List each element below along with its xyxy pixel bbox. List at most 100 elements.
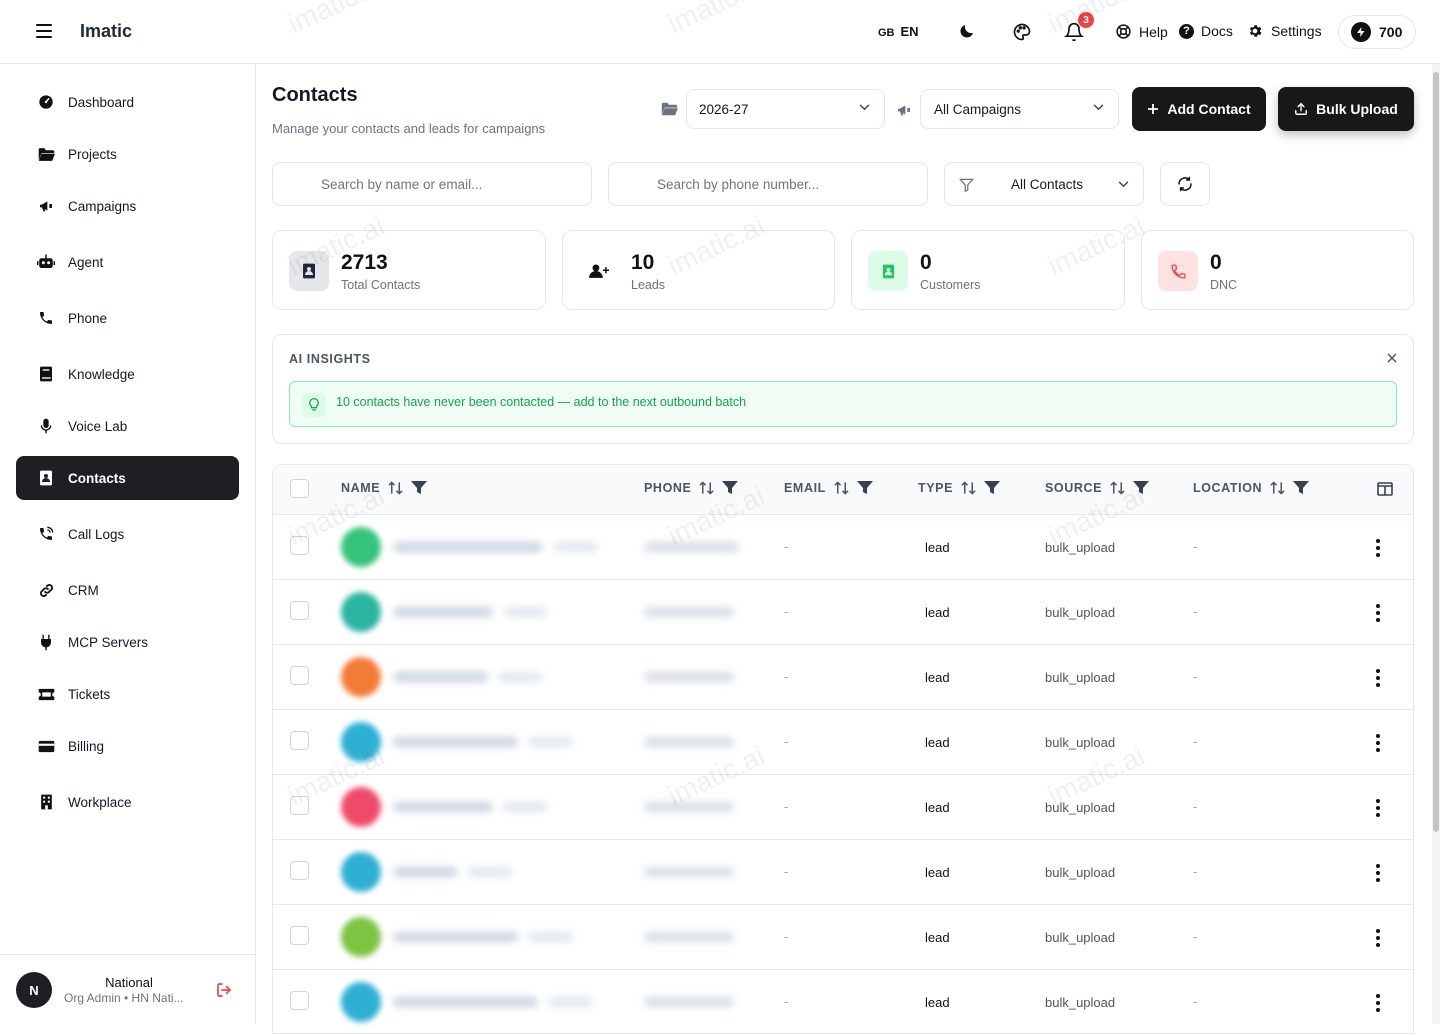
table-row[interactable]: - lead bulk_upload - (273, 839, 1413, 904)
scrollbar[interactable] (1432, 64, 1440, 1024)
sidebar-item-billing[interactable]: Billing (16, 724, 239, 768)
row-checkbox[interactable] (290, 861, 309, 880)
contact-tag-redacted (548, 997, 593, 1007)
table-row[interactable]: - lead bulk_upload - (273, 644, 1413, 709)
contact-type-filter[interactable]: All Contacts (944, 162, 1144, 206)
more-actions-icon[interactable] (1373, 669, 1383, 687)
sidebar-item-projects[interactable]: Projects (16, 132, 239, 176)
more-actions-icon[interactable] (1373, 799, 1383, 817)
row-checkbox[interactable] (290, 536, 309, 555)
campaign-select-value: All Campaigns (934, 101, 1022, 117)
campaign-select[interactable]: All Campaigns (920, 89, 1119, 129)
row-checkbox[interactable] (290, 991, 309, 1010)
add-contact-label: Add Contact (1167, 101, 1251, 117)
column-header-email[interactable]: EMAIL (784, 481, 873, 495)
column-header-name[interactable]: NAME (341, 481, 428, 495)
stat-card-total-contacts: 2713 Total Contacts (272, 230, 546, 310)
page-title: Contacts (272, 84, 358, 106)
sidebar-item-label: Campaigns (68, 198, 137, 214)
sidebar-item-contacts[interactable]: Contacts (16, 456, 239, 500)
user-footer: N National Org Admin • HN Nati... (0, 954, 255, 1024)
table-row[interactable]: - lead bulk_upload - (273, 774, 1413, 839)
more-actions-icon[interactable] (1373, 604, 1383, 622)
contact-card-icon (289, 251, 329, 291)
sidebar-item-tickets[interactable]: Tickets (16, 672, 239, 716)
sort-icon[interactable] (388, 481, 403, 495)
sidebar-item-phone[interactable]: Phone (16, 296, 239, 340)
bulk-upload-button[interactable]: Bulk Upload (1278, 87, 1414, 131)
contact-avatar (341, 657, 381, 697)
row-checkbox[interactable] (290, 731, 309, 750)
select-all-checkbox[interactable] (290, 479, 309, 498)
filter-icon[interactable] (1133, 481, 1150, 495)
sidebar-item-call-logs[interactable]: Call Logs (16, 512, 239, 556)
sidebar-item-voice-lab[interactable]: Voice Lab (16, 404, 239, 448)
sidebar-item-knowledge[interactable]: Knowledge (16, 352, 239, 396)
column-header-phone[interactable]: PHONE (644, 481, 739, 495)
help-link[interactable]: Help (1115, 23, 1168, 40)
column-header-location[interactable]: LOCATION (1193, 481, 1310, 495)
book-icon (36, 364, 56, 384)
contact-avatar (341, 527, 381, 567)
table-row[interactable]: - lead bulk_upload - (273, 904, 1413, 969)
table-row[interactable]: - lead bulk_upload - (273, 579, 1413, 644)
sort-icon[interactable] (1110, 481, 1125, 495)
column-header-label: LOCATION (1193, 481, 1263, 495)
sort-icon[interactable] (834, 481, 849, 495)
column-header-type[interactable]: TYPE (918, 481, 1001, 495)
search-name-input[interactable] (272, 162, 592, 206)
credits-pill[interactable]: 700 (1338, 15, 1416, 49)
chevron-down-icon (1093, 104, 1104, 111)
moon-icon[interactable] (958, 22, 976, 40)
more-actions-icon[interactable] (1373, 994, 1383, 1012)
palette-icon[interactable] (1012, 22, 1032, 42)
email-cell: - (784, 799, 789, 814)
year-select[interactable]: 2026-27 (686, 89, 885, 129)
insight-text: 10 contacts have never been contacted — … (336, 395, 747, 409)
filter-icon[interactable] (1293, 481, 1310, 495)
sort-icon[interactable] (699, 481, 715, 495)
search-phone-input[interactable] (608, 162, 928, 206)
column-toggle-icon[interactable] (1377, 482, 1393, 496)
table-row[interactable]: - lead bulk_upload - (273, 969, 1413, 1033)
more-actions-icon[interactable] (1373, 864, 1383, 882)
more-actions-icon[interactable] (1373, 734, 1383, 752)
language-selector[interactable]: GB EN (878, 24, 919, 39)
column-header-source[interactable]: SOURCE (1045, 481, 1150, 495)
sidebar-item-mcp-servers[interactable]: MCP Servers (16, 620, 239, 664)
avatar[interactable]: N (16, 972, 52, 1008)
table-row[interactable]: - lead bulk_upload - (273, 514, 1413, 579)
row-checkbox[interactable] (290, 601, 309, 620)
sidebar-item-crm[interactable]: CRM (16, 568, 239, 612)
insight-item[interactable]: 10 contacts have never been contacted — … (289, 381, 1397, 427)
filter-icon[interactable] (722, 481, 739, 495)
row-checkbox[interactable] (290, 926, 309, 945)
more-actions-icon[interactable] (1373, 929, 1383, 947)
refresh-button[interactable] (1160, 162, 1210, 206)
sidebar-item-workplace[interactable]: Workplace (16, 780, 239, 824)
more-actions-icon[interactable] (1373, 539, 1383, 557)
sort-icon[interactable] (961, 481, 976, 495)
scrollbar-thumb[interactable] (1433, 72, 1439, 832)
sidebar-item-label: Knowledge (68, 366, 135, 382)
row-checkbox[interactable] (290, 666, 309, 685)
add-contact-button[interactable]: Add Contact (1132, 87, 1266, 131)
sort-icon[interactable] (1270, 481, 1285, 495)
sidebar-item-campaigns[interactable]: Campaigns (16, 184, 239, 228)
settings-link[interactable]: Settings (1247, 23, 1322, 39)
filter-icon[interactable] (856, 481, 873, 495)
logout-icon[interactable] (216, 982, 232, 998)
menu-icon[interactable] (36, 24, 52, 38)
filter-icon[interactable] (411, 481, 428, 495)
row-checkbox[interactable] (290, 796, 309, 815)
contact-tag-redacted (553, 542, 598, 552)
table-row[interactable]: - lead bulk_upload - (273, 709, 1413, 774)
type-cell: lead (925, 540, 950, 555)
close-icon[interactable] (1387, 353, 1397, 363)
sidebar-item-dashboard[interactable]: Dashboard (16, 80, 239, 124)
filter-icon[interactable] (984, 481, 1001, 495)
sidebar-item-label: Agent (68, 254, 104, 270)
contact-type-filter-value: All Contacts (1011, 177, 1084, 192)
sidebar-item-agent[interactable]: Agent (16, 240, 239, 284)
docs-link[interactable]: ? Docs (1179, 23, 1233, 39)
